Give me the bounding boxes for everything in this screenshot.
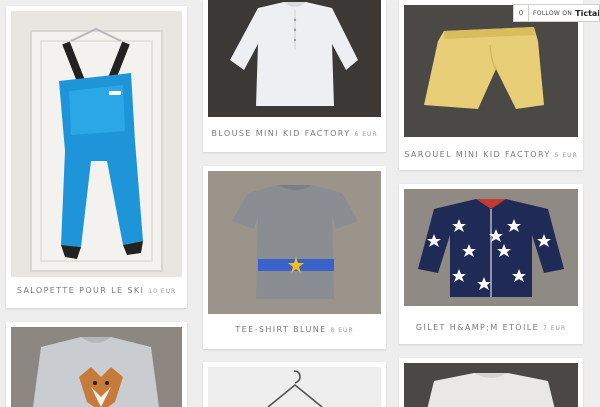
product-price: 6 EUR [354, 131, 378, 138]
product-card-salopette[interactable]: SALOPETTE POUR LE SKI 10 EUR [6, 6, 187, 308]
product-card-blouse[interactable]: BLOUSE MINI KID FACTORY 6 EUR [203, 0, 386, 152]
product-title: SALOPETTE POUR LE SKI [16, 286, 145, 295]
tictail-brand: Tictail [575, 8, 600, 18]
follow-label: FOLLOW ON [533, 9, 573, 17]
product-card-white-top[interactable] [399, 358, 583, 407]
product-title: TEE-SHIRT BLUNE [235, 325, 327, 334]
product-title: SAROUEL MINI KID FACTORY [404, 150, 551, 159]
product-image-salopette [11, 11, 182, 277]
product-caption[interactable]: SALOPETTE POUR LE SKI 10 EUR [6, 286, 187, 295]
product-image-gilet [404, 189, 578, 306]
hanger-garment-icon [208, 367, 381, 407]
blue-ski-overalls-icon [11, 11, 182, 277]
yellow-harem-pants-icon [404, 5, 578, 137]
product-caption[interactable]: TEE-SHIRT BLUNE 8 EUR [203, 325, 386, 334]
product-grid: SALOPETTE POUR LE SKI 10 EUR BLOUSE MINI… [0, 0, 600, 407]
grey-fox-sweater-icon [11, 327, 182, 407]
follow-on-tictail-widget[interactable]: 0 FOLLOW ON Tictail [513, 4, 600, 22]
product-price: 7 EUR [543, 325, 567, 332]
product-card-fox[interactable] [6, 322, 187, 407]
product-image-blouse [208, 0, 381, 117]
follow-button[interactable]: FOLLOW ON Tictail [529, 4, 600, 22]
white-top-icon [404, 363, 578, 407]
product-caption[interactable]: BLOUSE MINI KID FACTORY 6 EUR [203, 129, 386, 138]
product-image-hanger [208, 367, 381, 407]
product-image-white-top [404, 363, 578, 407]
product-card-sarouel[interactable]: SAROUEL MINI KID FACTORY 5 EUR [399, 0, 583, 170]
product-title: GILET H&AMP;M ETOILE [415, 323, 540, 332]
product-card-hanger[interactable] [203, 362, 386, 407]
grey-tshirt-star-icon [208, 171, 381, 314]
white-blouse-icon [208, 0, 381, 117]
product-image-teeshirt [208, 171, 381, 314]
product-price: 5 EUR [554, 152, 578, 159]
follower-count: 0 [513, 4, 529, 22]
product-price: 8 EUR [330, 327, 354, 334]
product-title: BLOUSE MINI KID FACTORY [211, 129, 351, 138]
product-caption[interactable]: SAROUEL MINI KID FACTORY 5 EUR [399, 150, 583, 159]
product-card-teeshirt[interactable]: TEE-SHIRT BLUNE 8 EUR [203, 166, 386, 349]
product-caption[interactable]: GILET H&AMP;M ETOILE 7 EUR [399, 323, 583, 332]
product-image-fox [11, 327, 182, 407]
product-image-sarouel [404, 5, 578, 137]
navy-star-cardigan-icon [404, 189, 578, 306]
product-card-gilet[interactable]: GILET H&AMP;M ETOILE 7 EUR [399, 184, 583, 344]
product-price: 10 EUR [148, 288, 177, 295]
